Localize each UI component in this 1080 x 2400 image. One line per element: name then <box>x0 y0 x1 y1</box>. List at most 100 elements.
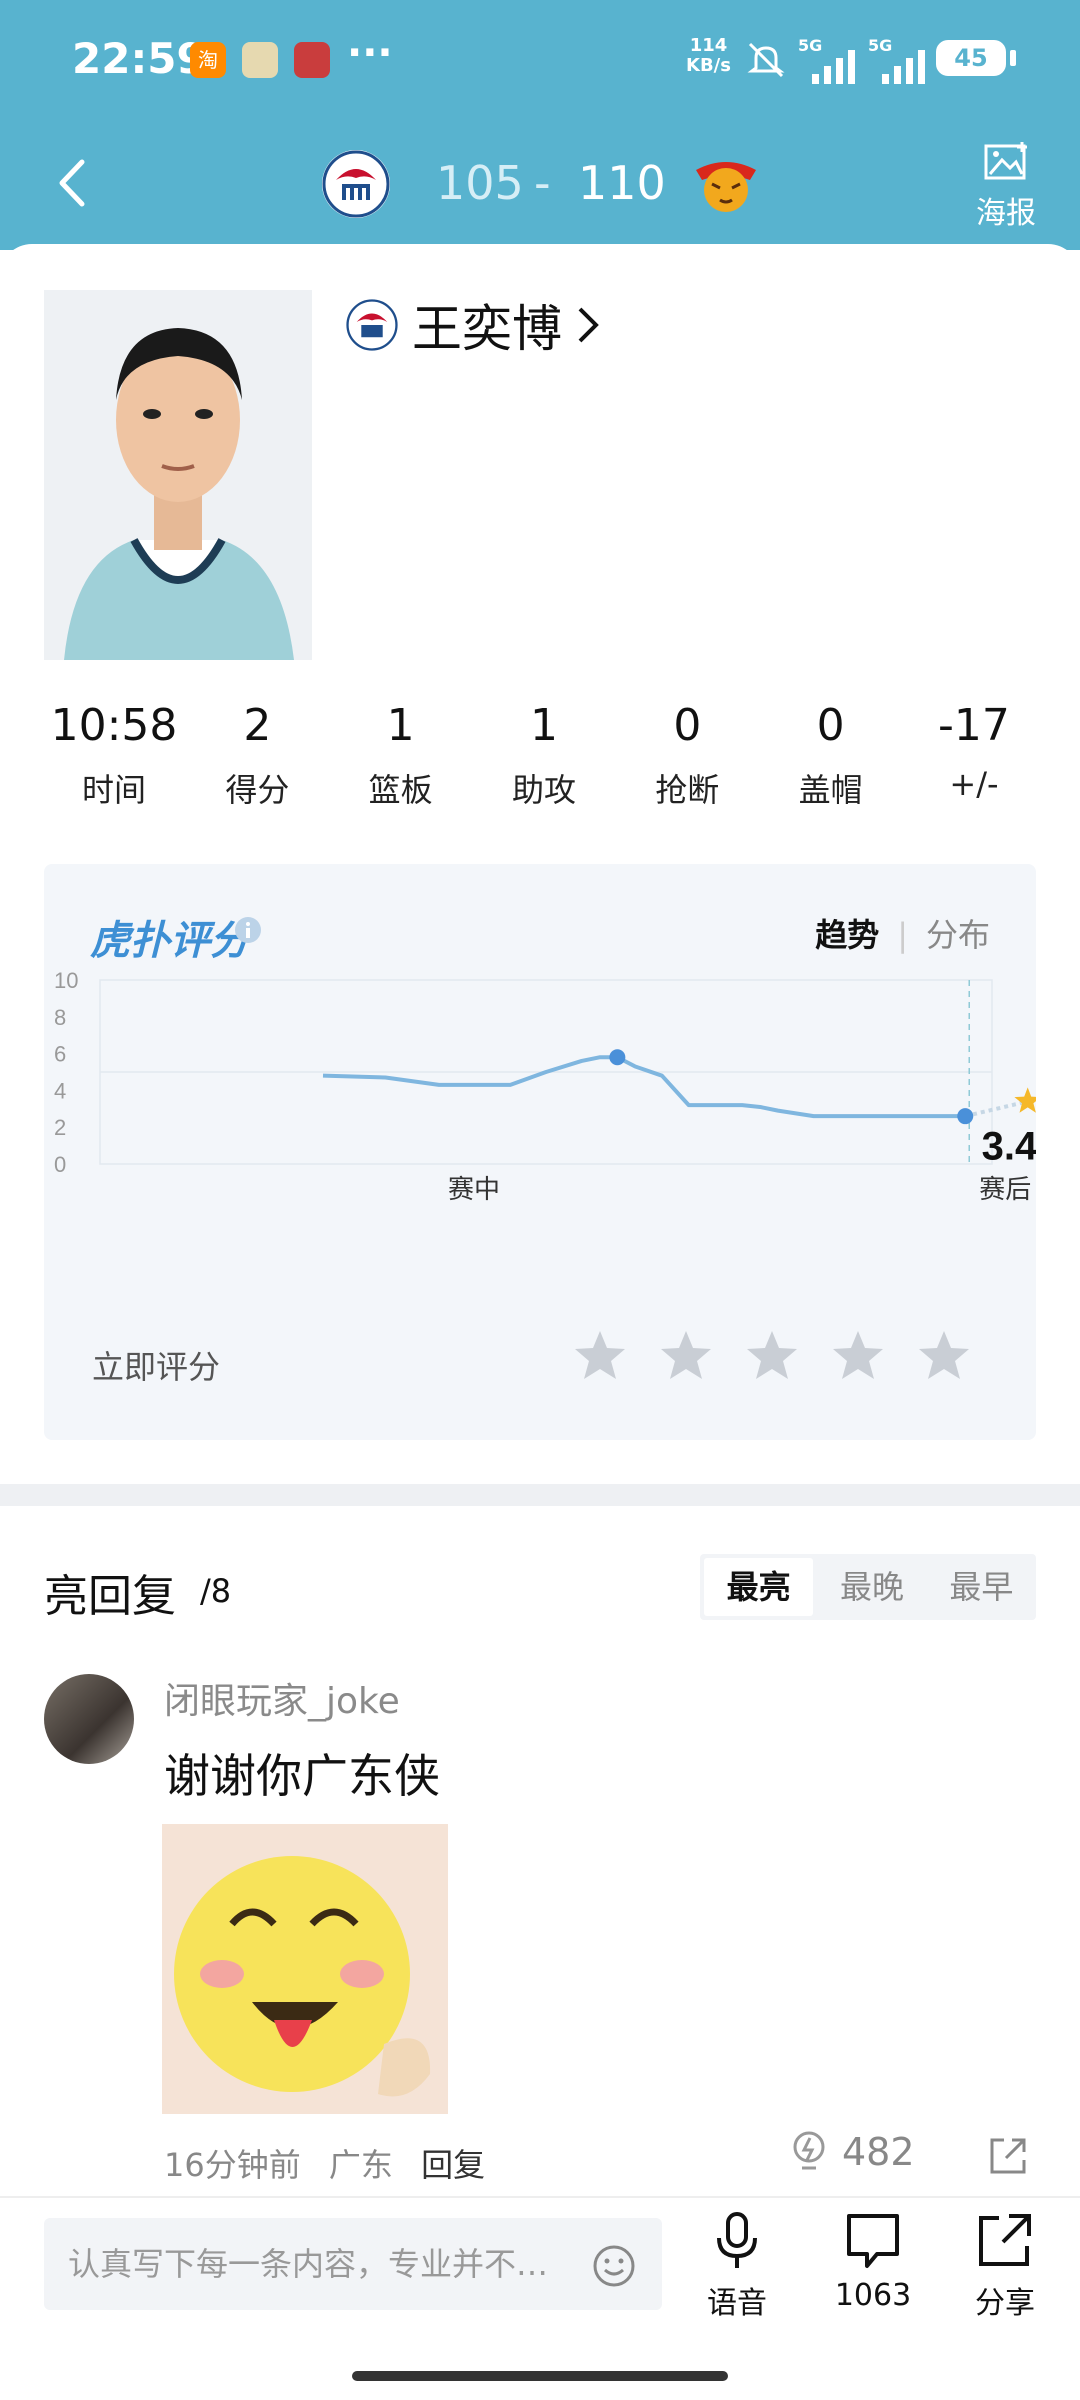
reply-sticker-image[interactable] <box>162 1824 448 2114</box>
back-arrow-icon[interactable] <box>56 158 88 208</box>
app-notification-icon <box>242 42 278 78</box>
rating-stars <box>572 1328 972 1384</box>
x-label-end: 赛后 <box>979 1175 1031 1204</box>
y-tick-label: 6 <box>54 1042 66 1067</box>
stat-label: 盖帽 <box>798 771 863 809</box>
sort-earliest[interactable]: 最早 <box>927 1554 1036 1620</box>
tab-separator: | <box>897 916 908 954</box>
stat-label: 篮板 <box>368 771 433 809</box>
y-tick-label: 10 <box>54 968 78 993</box>
microphone-icon <box>717 2212 757 2268</box>
info-icon[interactable] <box>234 916 262 944</box>
comments-button[interactable]: 1063 <box>818 2210 928 2313</box>
team-logo-small <box>346 299 398 351</box>
rating-star-icon[interactable] <box>744 1328 800 1384</box>
stat-value: 1 <box>529 700 558 751</box>
avatar[interactable] <box>44 1674 134 1764</box>
data-point <box>609 1049 626 1066</box>
header-bar: 22:59 淘 ··· 114 KB/s 5G 5G 45 105 - 110 … <box>0 0 1080 250</box>
net-speed-value: 114 <box>689 35 728 56</box>
replies-title: 亮回复 <box>44 1571 176 1622</box>
more-notifications-icon: ··· <box>347 30 393 76</box>
stat-value: -17 <box>938 700 1010 751</box>
like-count: 482 <box>842 2130 915 2174</box>
lightbulb-icon <box>793 2131 825 2170</box>
comment-input[interactable]: 认真写下每一条内容，专业并不… <box>44 2218 662 2310</box>
rating-trend-chart: 0 2 4 6 8 10 3.4 赛中 赛后 <box>54 968 1036 1204</box>
home-team-logo[interactable] <box>322 150 390 218</box>
stat-value: 2 <box>243 700 272 751</box>
away-team-logo[interactable] <box>690 150 758 218</box>
stat-value: 0 <box>673 700 702 751</box>
stat-label: +/- <box>949 765 999 803</box>
share-icon[interactable] <box>986 2134 1030 2178</box>
eagle-icon <box>322 150 390 218</box>
rating-logo: 虎扑评分 <box>90 918 250 964</box>
stat-value: 1 <box>386 700 415 751</box>
comment-bubble-icon <box>847 2214 899 2268</box>
like-button[interactable]: 482 <box>790 2130 915 2174</box>
share-button[interactable]: 分享 <box>950 2210 1060 2322</box>
sort-latest[interactable]: 最晚 <box>817 1554 926 1620</box>
poster-button[interactable]: 海报 <box>970 140 1042 232</box>
score-separator: - <box>534 156 551 210</box>
player-photo <box>44 290 312 660</box>
stat-rebounds: 1 篮板 <box>331 700 471 811</box>
y-tick-label: 4 <box>54 1078 66 1103</box>
rating-star-icon[interactable] <box>830 1328 886 1384</box>
rating-tabs: 趋势 | 分布 <box>815 910 990 956</box>
stat-label: 得分 <box>225 771 290 809</box>
final-score-label: 3.4 <box>982 1124 1036 1168</box>
away-score: 110 <box>578 156 666 210</box>
status-time: 22:59 <box>72 34 206 83</box>
signal-icon <box>812 50 855 84</box>
app-notification-icon-2 <box>294 42 330 78</box>
voice-label: 语音 <box>707 2286 767 2321</box>
signal-icon-2 <box>882 50 925 84</box>
stat-points: 2 得分 <box>187 700 327 811</box>
share-label: 分享 <box>975 2286 1035 2321</box>
tab-trend[interactable]: 趋势 <box>815 916 879 954</box>
sort-hottest[interactable]: 最亮 <box>704 1558 814 1616</box>
reply-text: 谢谢你广东侠 <box>164 1749 440 1803</box>
player-name-link[interactable]: 王奕博 <box>346 290 600 360</box>
replies-count: /8 <box>200 1572 232 1610</box>
voice-button[interactable]: 语音 <box>682 2210 792 2322</box>
reply-button[interactable]: 回复 <box>421 2146 485 2184</box>
rating-star-icon[interactable] <box>572 1328 628 1384</box>
rate-now-label: 立即评分 <box>92 1348 221 1386</box>
stat-label: 抢断 <box>655 771 720 809</box>
battery-icon: 45 <box>936 40 1006 76</box>
chevron-right-icon <box>578 307 599 343</box>
net-speed-unit: KB/s <box>686 55 731 76</box>
mute-bell-icon <box>747 42 785 78</box>
y-tick-label: 0 <box>54 1152 66 1177</box>
emoji-icon[interactable] <box>592 2244 636 2288</box>
share-icon <box>979 2214 1031 2266</box>
player-stats: 10:58 时间 2 得分 1 篮板 1 助攻 0 抢断 0 盖帽 -17 +/- <box>44 700 1044 811</box>
x-label-mid: 赛中 <box>448 1175 500 1204</box>
reply-location: 广东 <box>328 2146 393 2184</box>
stat-assists: 1 助攻 <box>474 700 614 811</box>
rating-star-icon[interactable] <box>916 1328 972 1384</box>
y-tick-label: 2 <box>54 1115 66 1140</box>
final-star-marker <box>1014 1087 1036 1113</box>
stat-steals: 0 抢断 <box>617 700 757 811</box>
stat-value: 0 <box>816 700 845 751</box>
stat-label: 时间 <box>81 771 146 809</box>
reply-username[interactable]: 闭眼玩家_joke <box>164 1672 400 1724</box>
tab-distribution[interactable]: 分布 <box>926 916 990 954</box>
series-line <box>322 1055 966 1119</box>
poster-label: 海报 <box>976 196 1036 231</box>
stat-label: 助攻 <box>511 771 576 809</box>
reply-time: 16分钟前 <box>164 2146 301 2184</box>
projection-line <box>964 1099 1029 1119</box>
battery-tip <box>1010 50 1016 66</box>
sort-toggle: 最亮 最晚 最早 <box>700 1554 1036 1620</box>
stat-plus-minus: -17 +/- <box>904 700 1044 811</box>
rating-star-icon[interactable] <box>658 1328 714 1384</box>
data-point <box>957 1108 974 1125</box>
rating-panel: 虎扑评分 趋势 | 分布 0 2 4 6 8 10 3.4 赛中 赛后 立即评分 <box>44 864 1036 1440</box>
network-speed: 114 KB/s <box>686 36 731 76</box>
status-bar: 22:59 淘 ··· 114 KB/s 5G 5G 45 <box>72 30 1040 90</box>
